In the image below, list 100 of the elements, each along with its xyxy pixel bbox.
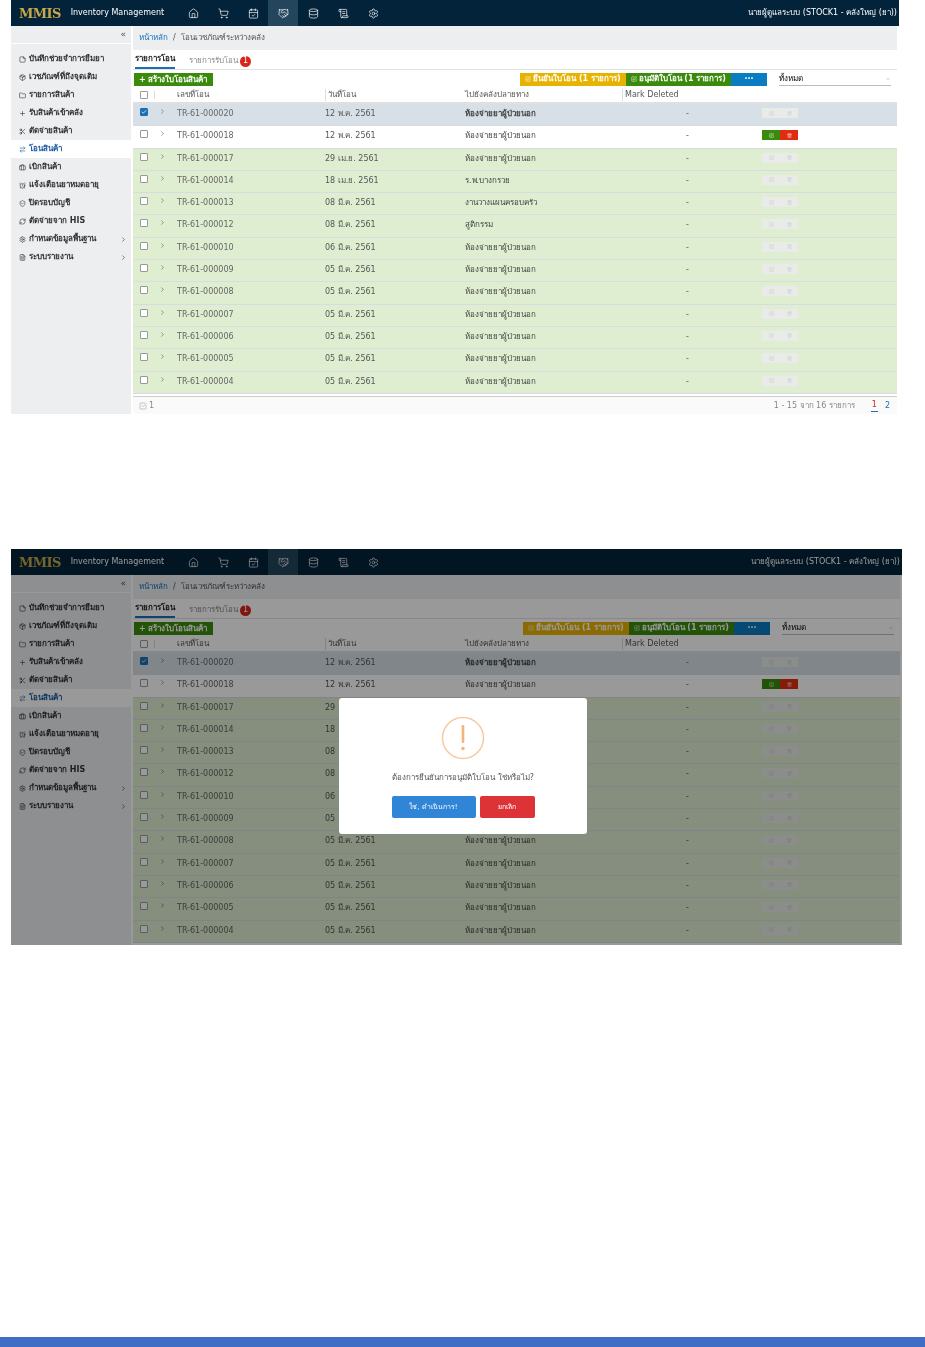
table-cell: 06 มี.ค. 2561 [325,242,376,252]
table-cell: TR-61-000006 [177,880,234,890]
table-cell: - [686,198,689,208]
table-cell: - [686,175,689,185]
table-cell: - [686,220,689,230]
table-cell: TR-61-000007 [177,309,234,319]
table-cell: ห้องจ่ายยาผู้ป่วยนอก [465,858,536,868]
table-cell: ห้องจ่ายยาผู้ป่วยนอก [465,265,536,275]
table-cell: 18 [325,724,336,734]
row-range: 1 - 15 จาก 16 รายการ [773,399,855,412]
table-cell: 05 มี.ค. 2561 [325,880,376,890]
table-cell: TR-61-000012 [177,769,234,779]
app-title: Inventory Management [70,556,165,568]
table-cell: - [686,925,689,935]
table-cell: 08 [325,747,336,757]
table-cell: 18 เม.ย. 2561 [325,175,379,185]
breadcrumb-current: โอนเวชภัณฑ์ระหว่างคลัง [180,32,265,44]
app-logo: MMIS [19,6,61,20]
table-cell: 05 มี.ค. 2561 [325,925,376,935]
table-cell: TR-61-000018 [177,131,234,141]
table-cell: TR-61-000014 [177,175,234,185]
column-header: เลขที่โอน [177,89,211,101]
table-cell: TR-61-000020 [177,109,234,118]
table-cell: - [686,814,689,824]
table-cell: 06 [325,791,336,801]
table-cell: ห้องจ่ายยาผู้ป่วยนอก [465,109,536,118]
table-cell: - [686,903,689,913]
table-cell: TR-61-000010 [177,242,234,252]
table-cell: TR-61-000017 [177,702,234,712]
count-badge: 1 [240,604,251,616]
table-cell: TR-61-000014 [177,724,234,734]
table-cell: ห้องจ่ายยาผู้ป่วยนอก [465,153,536,163]
table-cell: 05 มี.ค. 2561 [325,836,376,846]
table-cell: TR-61-000013 [177,747,234,757]
column-header: วันที่โอน [325,638,465,650]
table-cell: TR-61-000013 [177,198,234,208]
column-header: เลขที่โอน [177,638,211,650]
table-cell: - [686,858,689,868]
table-cell: 05 มี.ค. 2561 [325,858,376,868]
table-cell: - [686,354,689,364]
table-cell: TR-61-000020 [177,658,234,667]
table-cell: 12 พ.ค. 2561 [325,658,376,667]
table-cell: TR-61-000009 [177,265,234,275]
table-cell: 05 มี.ค. 2561 [325,376,376,386]
count-badge: 1 [240,55,251,67]
table-cell: ห้องจ่ายยาผู้ป่วยนอก [465,354,536,364]
table-cell: TR-61-000004 [177,925,234,935]
table-cell: TR-61-000012 [177,220,234,230]
table-cell: - [686,109,689,118]
breadcrumb-separator: / [173,581,176,593]
table-cell: - [686,242,689,252]
table-cell: - [686,131,689,141]
table-cell: - [686,287,689,297]
column-header: วันที่โอน [325,89,465,101]
table-cell: - [686,376,689,386]
column-header: Mark Deleted [622,89,679,101]
table-cell: 08 มี.ค. 2561 [325,220,376,230]
table-cell: TR-61-000005 [177,903,234,913]
column-header: Mark Deleted [622,638,679,650]
breadcrumb-current: โอนเวชภัณฑ์ระหว่างคลัง [180,581,265,593]
column-header: ไปยังคลังปลายทาง [465,638,530,650]
table-cell: 29 [325,702,336,712]
table-cell: TR-61-000017 [177,153,234,163]
selected-count: 1 [149,399,155,412]
table-cell: TR-61-000009 [177,814,234,824]
table-cell: สูติกรรม [465,220,493,230]
table-cell: ห้องจ่ายยาผู้ป่วยนอก [465,242,536,252]
table-cell: 08 มี.ค. 2561 [325,198,376,208]
table-cell: TR-61-000006 [177,331,234,341]
table-cell: ห้องจ่ายยาผู้ป่วยนอก [465,925,536,935]
table-cell: - [686,791,689,801]
table-cell: ห้องจ่ายยาผู้ป่วยนอก [465,131,536,141]
table-cell: 12 พ.ค. 2561 [325,131,376,141]
table-cell: 05 มี.ค. 2561 [325,331,376,341]
table-cell: TR-61-000008 [177,836,234,846]
table-cell: ร.พ.บางกรวย [465,175,511,185]
table-cell: - [686,331,689,341]
table-cell: 05 มี.ค. 2561 [325,287,376,297]
table-cell: - [686,836,689,846]
table-cell: - [686,680,689,690]
table-cell: 29 เม.ย. 2561 [325,153,379,163]
table-cell: - [686,153,689,163]
table-cell: 05 [325,814,336,824]
table-cell: 05 มี.ค. 2561 [325,903,376,913]
table-cell: - [686,769,689,779]
app-logo: MMIS [19,555,61,569]
column-header: ไปยังคลังปลายทาง [465,89,530,101]
table-cell: ห้องจ่ายยาผู้ป่วยนอก [465,309,536,319]
table-cell: 05 มี.ค. 2561 [325,354,376,364]
table-cell: TR-61-000008 [177,287,234,297]
table-cell: 05 มี.ค. 2561 [325,265,376,275]
table-cell: TR-61-000004 [177,376,234,386]
table-cell: - [686,658,689,667]
table-cell: 12 พ.ค. 2561 [325,680,376,690]
app-title: Inventory Management [70,7,165,19]
table-cell: 12 พ.ค. 2561 [325,109,376,118]
table-cell: ห้องจ่ายยาผู้ป่วยนอก [465,331,536,341]
table-cell: งานวางแผนครอบครัว [465,198,537,208]
table-cell: ห้องจ่ายยาผู้ป่วยนอก [465,658,536,667]
table-cell: ห้องจ่ายยาผู้ป่วยนอก [465,680,536,690]
